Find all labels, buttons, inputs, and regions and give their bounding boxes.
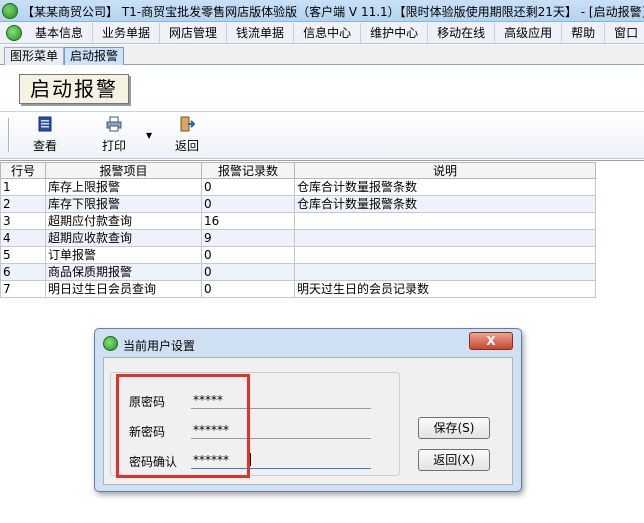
- col-header-alert-item[interactable]: 报警项目: [45, 162, 202, 179]
- page-header: 启动报警: [0, 66, 644, 110]
- cell-row-no: 6: [0, 263, 46, 281]
- cell-description: 仓库合计数量报警条数: [294, 178, 596, 196]
- col-header-description[interactable]: 说明: [294, 162, 596, 179]
- cell-alert-item: 库存上限报警: [45, 178, 202, 196]
- view-icon: [38, 116, 52, 132]
- table-row[interactable]: 1 库存上限报警 0 仓库合计数量报警条数: [0, 178, 596, 196]
- back-label: 返回: [174, 139, 199, 153]
- app-logo-icon: [2, 3, 18, 19]
- cell-alert-item: 超期应收款查询: [45, 229, 202, 247]
- col-header-record-count[interactable]: 报警记录数: [201, 162, 295, 179]
- tab-startup-alerts[interactable]: 启动报警: [64, 47, 125, 65]
- menu-maintenance-center[interactable]: 维护中心: [361, 22, 429, 43]
- window-title: 【某某商贸公司】 T1-商贸宝批发零售网店版体验版（客户端 V 11.1）【限时…: [22, 5, 644, 19]
- menu-window[interactable]: 窗口: [605, 23, 644, 43]
- view-button[interactable]: 查看: [30, 116, 60, 154]
- dialog-app-icon: [103, 336, 118, 351]
- dialog-back-button[interactable]: 返回(X): [418, 449, 490, 471]
- cell-alert-item: 商品保质期报警: [45, 263, 202, 281]
- cell-row-no: 5: [0, 246, 46, 264]
- cell-description: [294, 246, 596, 264]
- toolbar-separator: [8, 118, 10, 152]
- highlight-box: [116, 374, 250, 478]
- cell-row-no: 1: [0, 178, 46, 196]
- cell-description: [294, 263, 596, 281]
- table-row[interactable]: 2 库存下限报警 0 仓库合计数量报警条数: [0, 195, 596, 213]
- cell-alert-item: 超期应付款查询: [45, 212, 202, 230]
- table-row[interactable]: 4 超期应收款查询 9: [0, 229, 596, 247]
- print-label: 打印: [101, 139, 126, 153]
- cell-record-count: 0: [201, 263, 295, 281]
- menu-advanced[interactable]: 高级应用: [495, 22, 563, 43]
- cell-record-count: 0: [201, 178, 295, 196]
- window-title-bar: 【某某商贸公司】 T1-商贸宝批发零售网店版体验版（客户端 V 11.1）【限时…: [0, 0, 644, 22]
- table-row[interactable]: 3 超期应付款查询 16: [0, 212, 596, 230]
- print-dropdown-icon[interactable]: ▼: [146, 131, 152, 140]
- cell-description: 仓库合计数量报警条数: [294, 195, 596, 213]
- dialog-close-button[interactable]: X: [469, 332, 513, 350]
- menu-business-docs[interactable]: 业务单据: [93, 22, 161, 43]
- back-button[interactable]: 返回: [172, 116, 202, 154]
- menu-online-store[interactable]: 网店管理: [160, 22, 228, 43]
- page-title: 启动报警: [19, 74, 129, 104]
- dialog-title: 当前用户设置: [123, 339, 196, 353]
- cell-alert-item: 库存下限报警: [45, 195, 202, 213]
- cell-row-no: 2: [0, 195, 46, 213]
- print-button[interactable]: 打印: [98, 116, 130, 154]
- cell-record-count: 0: [201, 280, 295, 298]
- view-label: 查看: [32, 139, 57, 153]
- cell-description: [294, 212, 596, 230]
- cell-row-no: 4: [0, 229, 46, 247]
- menu-info-center[interactable]: 信息中心: [294, 22, 362, 43]
- cell-description: [294, 229, 596, 247]
- menu-basic-info[interactable]: 基本信息: [26, 22, 94, 43]
- save-button[interactable]: 保存(S): [418, 417, 490, 439]
- text-cursor: [250, 453, 251, 466]
- cell-alert-item: 订单报警: [45, 246, 202, 264]
- table-row[interactable]: 6 商品保质期报警 0: [0, 263, 596, 281]
- table-header-row: 行号 报警项目 报警记录数 说明: [0, 162, 596, 179]
- alert-table: 行号 报警项目 报警记录数 说明 1 库存上限报警 0 仓库合计数量报警条数 2…: [0, 162, 596, 298]
- exit-door-icon: [180, 116, 196, 132]
- tab-graphic-menu[interactable]: 图形菜单: [4, 47, 65, 65]
- menu-bar: 基本信息 业务单据 网店管理 钱流单据 信息中心 维护中心 移动在线 高级应用 …: [0, 22, 644, 44]
- menu-mobile-online[interactable]: 移动在线: [428, 22, 496, 43]
- col-header-row-no[interactable]: 行号: [0, 162, 46, 179]
- grid-top-border: [0, 160, 644, 161]
- cell-record-count: 0: [201, 195, 295, 213]
- cell-record-count: 0: [201, 246, 295, 264]
- dialog-title-bar[interactable]: 当前用户设置 X: [95, 329, 521, 357]
- tab-bar: 图形菜单 启动报警: [0, 45, 644, 65]
- menu-help[interactable]: 帮助: [562, 22, 606, 43]
- table-row[interactable]: 5 订单报警 0: [0, 246, 596, 264]
- cell-record-count: 9: [201, 229, 295, 247]
- cell-row-no: 7: [0, 280, 46, 298]
- table-row[interactable]: 7 明日过生日会员查询 0 明天过生日的会员记录数: [0, 280, 596, 298]
- toolbar: 查看 打印 ▼ 返回: [0, 111, 644, 159]
- printer-icon: [106, 116, 122, 132]
- cell-alert-item: 明日过生日会员查询: [45, 280, 202, 298]
- cell-description: 明天过生日的会员记录数: [294, 280, 596, 298]
- menu-cashflow-docs[interactable]: 钱流单据: [227, 22, 295, 43]
- cell-record-count: 16: [201, 212, 295, 230]
- cell-row-no: 3: [0, 212, 46, 230]
- menu-logo-icon[interactable]: [6, 24, 22, 41]
